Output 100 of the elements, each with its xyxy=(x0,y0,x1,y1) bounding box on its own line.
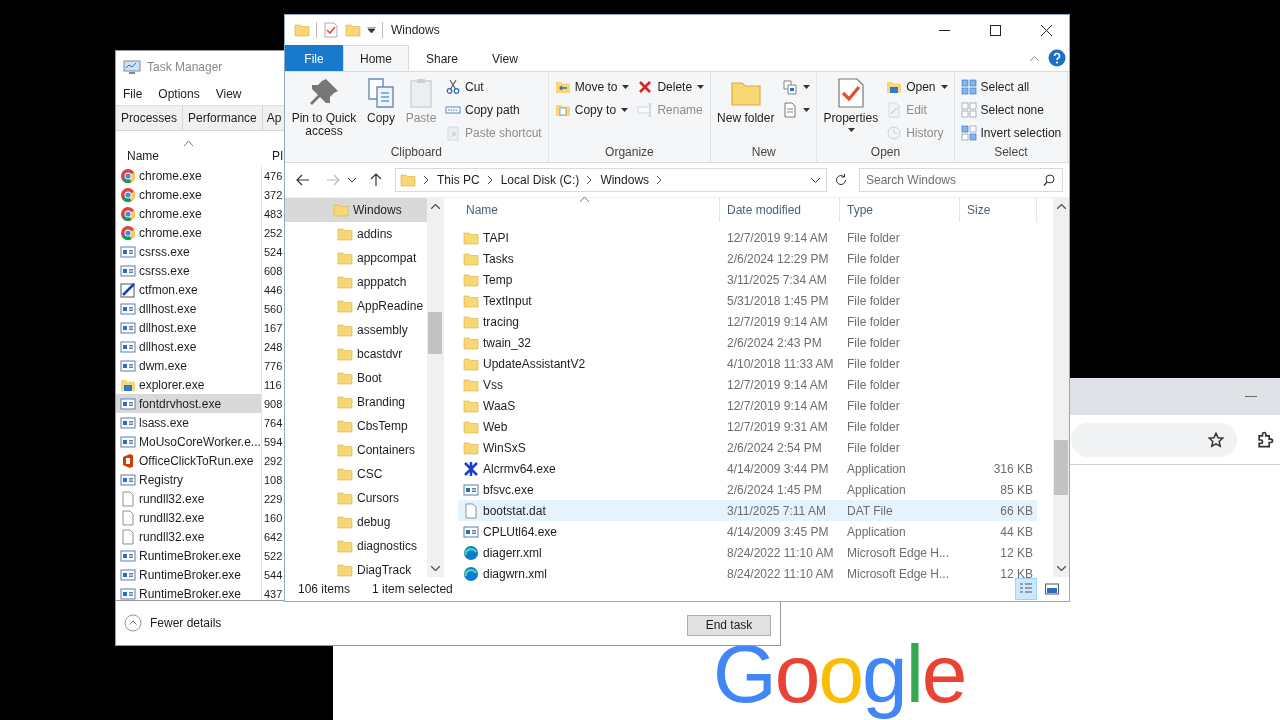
tree-item[interactable]: Windows xyxy=(285,198,427,222)
fewer-details-link[interactable]: Fewer details xyxy=(124,614,222,632)
scroll-up-icon[interactable] xyxy=(1056,204,1066,209)
file-row[interactable]: diagwrn.xml 8/24/2022 11:10 AM Microsoft Edge H... 12 KB xyxy=(458,563,1037,584)
file-row[interactable]: TextInput 5/31/2018 1:45 PM File folder xyxy=(458,290,1037,311)
tree-item[interactable]: appcompat xyxy=(285,246,427,270)
column-header[interactable]: Name xyxy=(116,149,267,166)
process-row[interactable]: rundll32.exe 160 xyxy=(116,508,288,527)
file-row[interactable]: Temp 3/11/2025 7:34 AM File folder xyxy=(458,269,1037,290)
tree-item[interactable]: CSC xyxy=(285,462,427,486)
process-row[interactable]: chrome.exe 476 xyxy=(116,166,288,185)
ribbon-button[interactable]: Select all xyxy=(957,77,1065,96)
file-row[interactable]: WaaS 12/7/2019 9:14 AM File folder xyxy=(458,395,1037,416)
process-row[interactable]: dllhost.exe 167 xyxy=(116,318,288,337)
process-row[interactable]: dwm.exe 776 xyxy=(116,356,288,375)
chevron-icon[interactable] xyxy=(487,176,493,184)
sort-caret-icon[interactable] xyxy=(580,197,589,202)
tree-item[interactable]: Containers xyxy=(285,438,427,462)
file-row[interactable]: Alcrmv64.exe 4/14/2009 3:44 PM Application 316 KB xyxy=(458,458,1037,479)
ribbon-button[interactable]: Select none xyxy=(957,100,1065,119)
tree-item[interactable]: CbsTemp xyxy=(285,414,427,438)
process-row[interactable]: Registry 108 xyxy=(116,470,288,489)
tree-item[interactable]: DiagTrack xyxy=(285,558,427,577)
ribbon-tab[interactable]: File xyxy=(285,45,343,71)
end-task-button[interactable]: End task xyxy=(687,614,771,636)
chevron-icon[interactable] xyxy=(587,176,593,184)
ribbon-button[interactable]: Properties xyxy=(820,75,882,145)
menu-item[interactable]: View xyxy=(215,87,242,101)
chevron-icon[interactable] xyxy=(657,176,663,184)
tree-item[interactable]: Boot xyxy=(285,366,427,390)
ribbon-button[interactable]: Cut xyxy=(442,77,545,96)
scroll-up-icon[interactable] xyxy=(430,204,440,209)
scroll-thumb[interactable] xyxy=(1054,440,1068,495)
file-row[interactable]: bfsvc.exe 2/6/2024 1:45 PM Application 85 KB xyxy=(458,479,1037,500)
process-row[interactable]: RuntimeBroker.exe 522 xyxy=(116,546,288,565)
process-row[interactable]: lsass.exe 764 xyxy=(116,413,288,432)
tree-item[interactable]: apppatch xyxy=(285,270,427,294)
file-row[interactable]: WinSxS 2/6/2024 2:54 PM File folder xyxy=(458,437,1037,458)
process-row[interactable]: RuntimeBroker.exe 544 xyxy=(116,565,288,584)
file-row[interactable]: Tasks 2/6/2024 12:29 PM File folder xyxy=(458,248,1037,269)
ribbon-button[interactable]: Copy path xyxy=(442,100,545,119)
file-row[interactable]: UpdateAssistantV2 4/10/2018 11:33 AM File folder xyxy=(458,353,1037,374)
star-icon[interactable] xyxy=(1207,430,1225,449)
process-row[interactable]: rundll32.exe 642 xyxy=(116,527,288,546)
scrollbar[interactable] xyxy=(427,198,443,577)
file-row[interactable]: diagerr.xml 8/24/2022 11:10 AM Microsoft Edge H... 12 KB xyxy=(458,542,1037,563)
ribbon-tab[interactable]: Home xyxy=(343,45,409,71)
tree-item[interactable]: assembly xyxy=(285,318,427,342)
tree-item[interactable]: debug xyxy=(285,510,427,534)
column-header[interactable]: Date modified xyxy=(720,198,840,222)
ribbon-button[interactable]: Open xyxy=(883,77,951,96)
tab[interactable]: Performance xyxy=(183,106,263,130)
file-row[interactable]: CPLUtl64.exe 4/14/2009 3:45 PM Application 44 KB xyxy=(458,521,1037,542)
tree-item[interactable]: Branding xyxy=(285,390,427,414)
file-row[interactable]: bootstat.dat 3/11/2025 7:11 AM DAT File 66 KB xyxy=(458,500,1037,521)
file-row[interactable]: Vss 12/7/2019 9:14 AM File folder xyxy=(458,374,1037,395)
close-icon[interactable] xyxy=(1041,24,1052,36)
ribbon-button[interactable]: Move to xyxy=(551,77,633,96)
minimize-icon[interactable] xyxy=(939,29,950,31)
menu-item[interactable]: File xyxy=(123,87,143,101)
process-row[interactable]: chrome.exe 483 xyxy=(116,204,288,223)
column-header[interactable]: Type xyxy=(840,198,960,222)
menu-item[interactable]: Options xyxy=(158,87,200,101)
process-row[interactable]: chrome.exe 372 xyxy=(116,185,288,204)
process-row[interactable]: dllhost.exe 248 xyxy=(116,337,288,356)
up-icon[interactable] xyxy=(370,173,382,187)
dropdown-icon[interactable] xyxy=(811,177,820,183)
ribbon-button[interactable]: Delete xyxy=(634,77,708,96)
address-field[interactable]: This PC Local Disk (C:) Windows xyxy=(395,168,827,192)
process-row[interactable]: ctfmon.exe 446 xyxy=(116,280,288,299)
process-row[interactable]: OfficeClickToRun.exe 292 xyxy=(116,451,288,470)
process-row[interactable]: rundll32.exe 229 xyxy=(116,489,288,508)
puzzle-icon[interactable] xyxy=(1255,429,1275,450)
ribbon-button[interactable]: Copy xyxy=(362,75,400,145)
file-row[interactable]: TAPI 12/7/2019 9:14 AM File folder xyxy=(458,227,1037,248)
file-row[interactable]: Web 12/7/2019 9:31 AM File folder xyxy=(458,416,1037,437)
help-icon[interactable] xyxy=(1048,49,1066,67)
column-header[interactable]: Size xyxy=(960,198,1037,222)
process-row[interactable]: csrss.exe 524 xyxy=(116,242,288,261)
refresh-icon[interactable] xyxy=(835,174,847,186)
process-row[interactable]: RuntimeBroker.exe 437 xyxy=(116,584,288,600)
breadcrumb[interactable]: Local Disk (C:) xyxy=(500,173,580,187)
recent-dropdown-icon[interactable] xyxy=(348,177,356,183)
breadcrumb[interactable]: Windows xyxy=(600,173,650,187)
sort-caret-icon[interactable] xyxy=(184,141,193,146)
tree-item[interactable]: AppReadine xyxy=(285,294,427,318)
dropdown-icon[interactable] xyxy=(367,27,376,33)
tree-item[interactable]: addins xyxy=(285,222,427,246)
chevron-icon[interactable] xyxy=(424,176,429,184)
process-row[interactable]: MoUsoCoreWorker.e... 594 xyxy=(116,432,288,451)
ribbon-button[interactable]: Copy to xyxy=(551,100,633,119)
process-row[interactable]: chrome.exe 252 xyxy=(116,223,288,242)
ribbon-button[interactable]: Pin to Quick access xyxy=(288,75,360,145)
back-icon[interactable] xyxy=(296,174,310,186)
tree-item[interactable]: bcastdvr xyxy=(285,342,427,366)
ribbon-button[interactable]: Invert selection xyxy=(957,123,1065,142)
ribbon-tab[interactable]: View xyxy=(475,45,535,71)
file-row[interactable]: twain_32 2/6/2024 2:43 PM File folder xyxy=(458,332,1037,353)
process-row[interactable]: dllhost.exe 560 xyxy=(116,299,288,318)
search-field[interactable]: Search Windows xyxy=(859,168,1063,192)
